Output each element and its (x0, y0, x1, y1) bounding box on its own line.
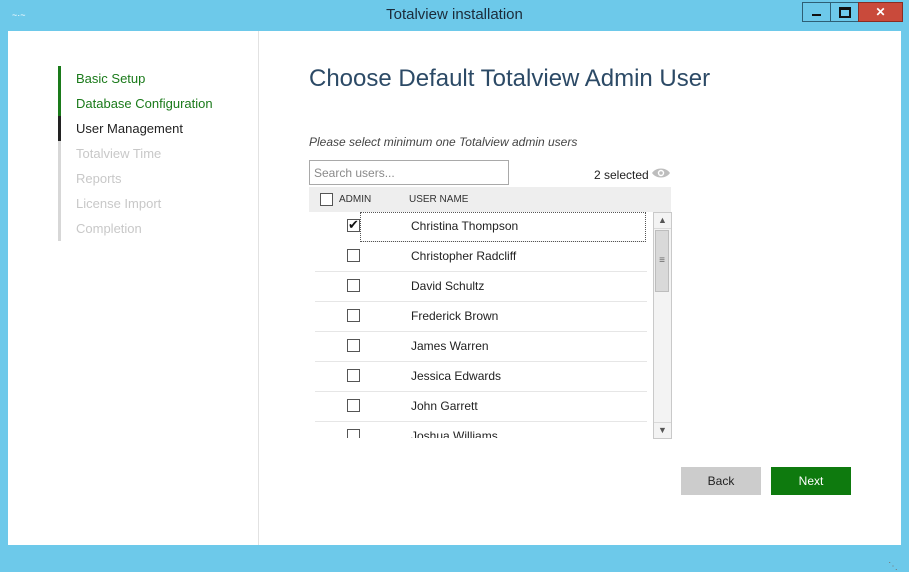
scroll-thumb[interactable]: ≡ (655, 230, 669, 292)
column-header-admin[interactable]: ADMIN (339, 194, 371, 205)
user-name: James Warren (411, 339, 489, 353)
title-bar[interactable]: ~·~ Totalview installation ✕ (0, 0, 909, 30)
table-row[interactable]: Christopher Radcliff (315, 242, 647, 272)
scroll-up-icon[interactable]: ▲ (654, 213, 671, 229)
minimize-icon (812, 14, 821, 16)
window-title: Totalview installation (386, 6, 523, 23)
selected-count: 2 selected (594, 168, 649, 182)
admin-checkbox[interactable] (347, 309, 360, 322)
instruction-text: Please select minimum one Totalview admi… (309, 135, 578, 149)
user-name: Christopher Radcliff (411, 249, 517, 263)
step-license-import: License Import (58, 191, 213, 216)
table-row[interactable]: James Warren (315, 332, 647, 362)
admin-checkbox[interactable]: ✔ (347, 217, 360, 232)
table-row[interactable]: David Schultz (315, 272, 647, 302)
close-button[interactable]: ✕ (858, 2, 903, 22)
admin-checkbox[interactable] (347, 399, 360, 412)
close-icon: ✕ (875, 5, 886, 19)
user-name: Frederick Brown (411, 309, 499, 323)
user-name: Joshua Williams (411, 429, 498, 438)
step-basic-setup[interactable]: Basic Setup (58, 66, 213, 91)
users-list: ✔ Christina Thompson Christopher Radcliff D… (309, 212, 653, 438)
column-header-username[interactable]: USER NAME (409, 194, 468, 205)
page-title: Choose Default Totalview Admin User (309, 65, 711, 92)
vertical-scrollbar[interactable]: ▲ ≡ ▼ (653, 212, 672, 439)
step-database-configuration[interactable]: Database Configuration (58, 91, 213, 116)
step-reports: Reports (58, 166, 213, 191)
table-row[interactable]: Joshua Williams (315, 422, 647, 438)
admin-checkbox[interactable] (347, 429, 360, 438)
checkmark-icon: ✔ (348, 217, 359, 232)
table-row[interactable]: Frederick Brown (315, 302, 647, 332)
admin-checkbox[interactable] (347, 279, 360, 292)
content-area: Basic Setup Database Configuration User Ma… (8, 31, 901, 572)
steps-list: Basic Setup Database Configuration User Ma… (58, 66, 213, 241)
users-table: ADMIN USER NAME ✔ Christina Thompson Chris… (309, 187, 672, 439)
user-name: Christina Thompson (411, 219, 519, 233)
admin-checkbox[interactable] (347, 339, 360, 352)
step-user-management[interactable]: User Management (58, 116, 213, 141)
table-row[interactable]: John Garrett (315, 392, 647, 422)
user-name: Jessica Edwards (411, 369, 502, 383)
eye-icon[interactable] (651, 166, 671, 180)
user-name: David Schultz (411, 279, 485, 293)
admin-checkbox[interactable] (347, 249, 360, 262)
step-totalview-time: Totalview Time (58, 141, 213, 166)
minimize-button[interactable] (802, 2, 830, 22)
steps-panel: Basic Setup Database Configuration User Ma… (8, 31, 259, 545)
maximize-button[interactable] (830, 2, 858, 22)
next-button[interactable]: Next (771, 467, 851, 495)
user-name: John Garrett (411, 399, 478, 413)
admin-checkbox[interactable] (347, 369, 360, 382)
step-completion: Completion (58, 216, 213, 241)
table-row[interactable]: ✔ Christina Thompson (347, 212, 646, 242)
select-all-checkbox[interactable] (320, 193, 333, 206)
maximize-icon (838, 6, 851, 18)
search-input[interactable] (309, 160, 509, 185)
table-header: ADMIN USER NAME (309, 187, 671, 212)
installer-window: ~·~ Totalview installation ✕ Basic Setup… (0, 0, 909, 572)
scroll-down-icon[interactable]: ▼ (654, 422, 671, 438)
resize-grip-icon[interactable]: ⋱ (888, 561, 898, 572)
back-button[interactable]: Back (681, 467, 761, 495)
table-row[interactable]: Jessica Edwards (315, 362, 647, 392)
